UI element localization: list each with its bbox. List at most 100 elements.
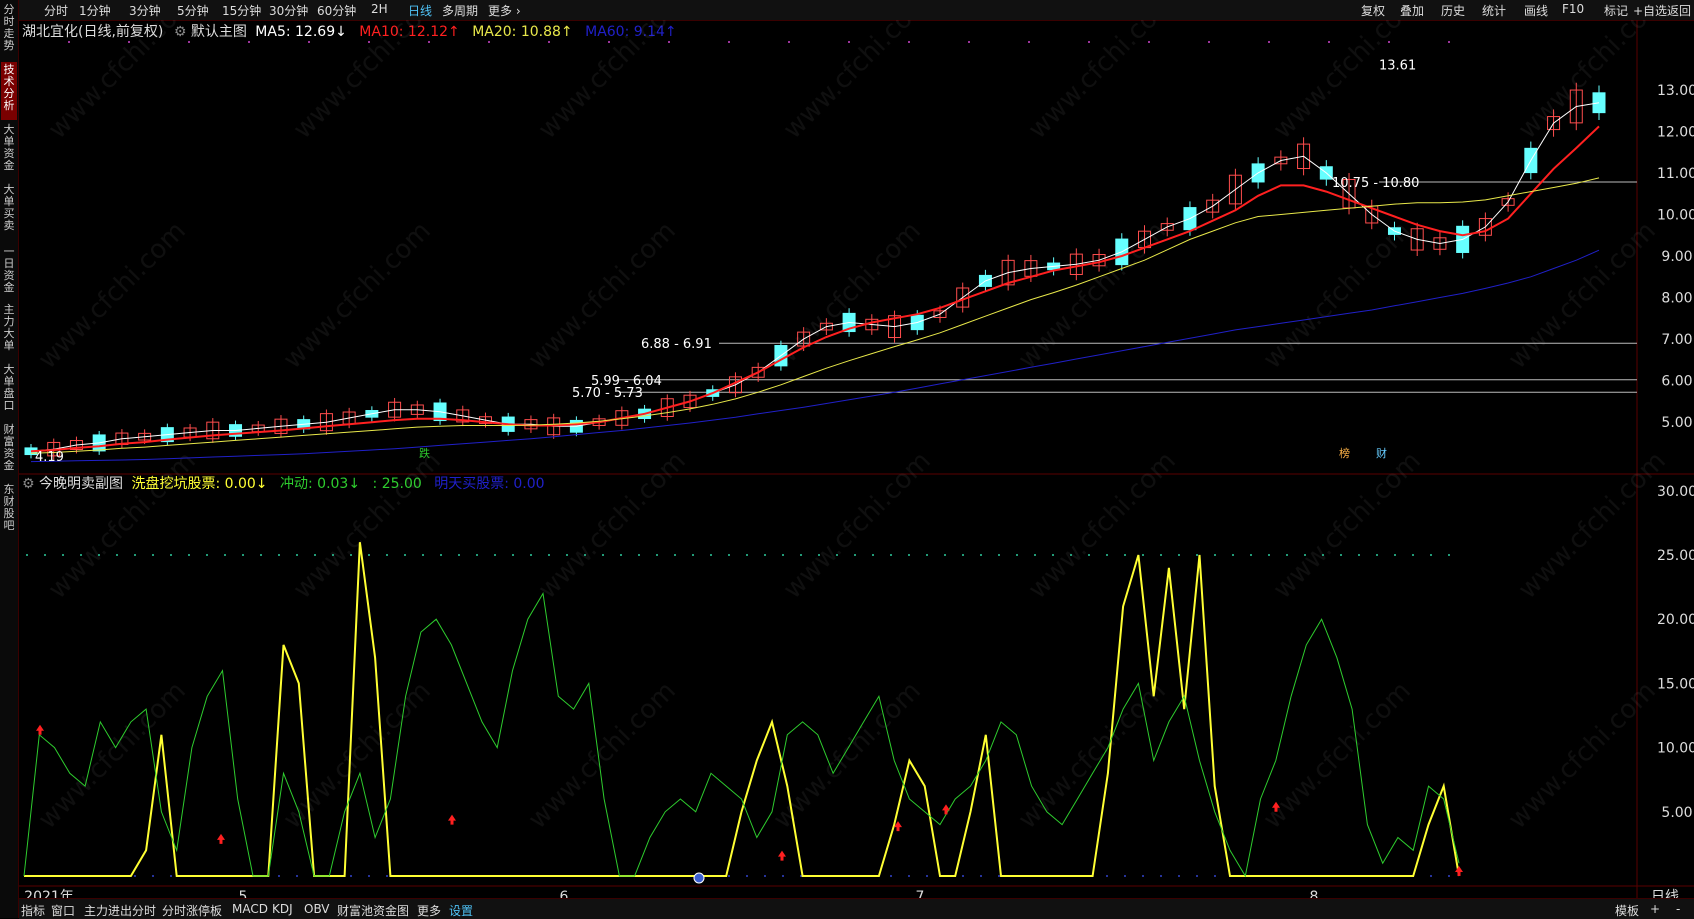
baseline-dot [386,875,388,877]
reference-dot [494,554,496,557]
watermark-text: www.cfchi.com [778,446,937,605]
signal-dot-top-23 [1448,41,1450,43]
tool-button-2[interactable]: 历史 [1441,2,1465,19]
left-tab-0[interactable]: 分时走势 [1,2,17,60]
tool-button-6[interactable]: 标记 [1604,2,1628,19]
sub-tick-0: 30.00 [1657,484,1694,500]
baseline-dot [152,875,154,877]
event-marker-2: 财 [1376,446,1387,460]
watermark-text: www.cfchi.com [288,20,447,145]
price-annotation-0: 4.19 [35,450,64,465]
watermark-text: www.cfchi.com [533,20,692,145]
indicator-tab-9[interactable]: 设置 [449,902,473,919]
baseline-dot [998,875,1000,877]
reference-dot [1232,554,1234,557]
price-annotation-4: 10.75 - 10.80 [1332,176,1419,191]
reference-dot [1340,554,1342,557]
price-tick-3: 10.00 [1657,207,1694,223]
reference-dot [566,554,568,557]
left-tab-1[interactable]: 技术分析 [1,62,17,120]
reference-dot [26,554,28,557]
period-tab-7[interactable]: 2H [371,2,388,16]
signal-dot-top-22 [1388,41,1390,43]
reference-dot [98,554,100,557]
reference-dot [1448,554,1450,557]
period-toolbar: 分时 1分钟 3分钟 5分钟 15分钟 30分钟 60分钟 2H 日线 多周期 更多 › 复权 叠加 历史… [19,0,1694,21]
indicator-tab-3[interactable]: 分时涨停板 [162,902,222,919]
reference-dot [1124,554,1126,557]
tool-button-7[interactable]: +自选 [1633,2,1667,19]
reference-dot [188,554,190,557]
reference-dot [1268,554,1270,557]
date-tick-2: 6 [560,889,569,898]
reference-dot [44,554,46,557]
reference-dot [1160,554,1162,557]
indicator-tab-2[interactable]: 主力进出分时 [84,902,156,919]
signal-dot-top-14 [908,41,910,43]
reference-dot [764,554,766,557]
reference-dot [980,554,982,557]
period-tab-0[interactable]: 分时 [44,2,68,19]
reference-dot [224,554,226,557]
reference-dot [854,554,856,557]
template-button-2[interactable]: - [1676,902,1680,916]
indicator-tab-1[interactable]: 窗口 [51,902,75,919]
left-tab-5[interactable]: 主力大单 [1,302,17,360]
baseline-dot [350,875,352,877]
tool-button-8[interactable]: 返回 [1667,2,1691,19]
left-tab-7[interactable]: 财富资金 [1,422,17,480]
indicator-tab-7[interactable]: 财富池资金图 [337,902,409,919]
signal-dot-top-9 [608,41,610,43]
watermark-text: www.cfchi.com [33,676,192,835]
sub-tick-4: 10.00 [1657,741,1694,757]
signal-dot-top-7 [488,41,490,43]
period-tab-9[interactable]: 多周期 [442,2,478,19]
left-tab-8[interactable]: 东财股吧 [1,482,17,536]
indicator-tab-4[interactable]: MACD [232,902,268,916]
tool-button-5[interactable]: F10 [1562,2,1584,16]
tool-button-3[interactable]: 统计 [1482,2,1506,19]
period-tab-2[interactable]: 3分钟 [129,2,161,19]
left-tab-6[interactable]: 大单盘口 [1,362,17,420]
baseline-dot [908,875,910,877]
period-tab-4[interactable]: 15分钟 [222,2,261,19]
indicator-tab-0[interactable]: 指标 [21,902,45,919]
indicator-tab-5[interactable]: KDJ [272,902,293,916]
reference-dot [926,554,928,557]
reference-dot [368,554,370,557]
period-tab-1[interactable]: 1分钟 [79,2,111,19]
template-button-0[interactable]: 模板 [1615,902,1639,919]
signal-dot-top-17 [1088,41,1090,43]
period-tab-6[interactable]: 60分钟 [317,2,356,19]
period-tab-10[interactable]: 更多 › [488,2,521,19]
reference-dot [890,554,892,557]
tool-button-4[interactable]: 画线 [1524,2,1548,19]
chart-area[interactable]: www.cfchi.com www.cfchi.com www.cfchi.com w… [19,20,1694,898]
date-tick-3: 7 [916,889,925,898]
tool-button-0[interactable]: 复权 [1361,2,1385,19]
period-tab-8[interactable]: 日线 [408,2,432,19]
indicator-tab-6[interactable]: OBV [304,902,330,916]
watermark-text: www.cfchi.com [1268,20,1427,145]
reference-dot [1358,554,1360,557]
signal-dot-top-18 [1148,41,1150,43]
left-tab-4[interactable]: 一日资金 [1,244,17,300]
baseline-dot [1106,875,1108,877]
buy-arrow-icon-3 [778,850,786,861]
period-tab-5[interactable]: 30分钟 [269,2,308,19]
reference-dot [1430,554,1432,557]
watermark-text: www.cfchi.com [1023,446,1182,605]
indicator-tab-8[interactable]: 更多 [417,902,441,919]
watermark-text: www.cfchi.com [1013,676,1172,835]
tool-button-1[interactable]: 叠加 [1400,2,1424,19]
signal-dot-top-11 [728,41,730,43]
period-tab-3[interactable]: 5分钟 [177,2,209,19]
watermark-text: www.cfchi.com [1023,20,1182,145]
template-button-1[interactable]: + [1650,902,1660,916]
reference-dot [1088,554,1090,557]
reference-dot [1196,554,1198,557]
reference-dot [116,554,118,557]
left-tab-3[interactable]: 大单买卖 [1,182,17,240]
watermark-text: www.cfchi.com [1503,676,1662,835]
left-tab-2[interactable]: 大单资金 [1,122,17,180]
